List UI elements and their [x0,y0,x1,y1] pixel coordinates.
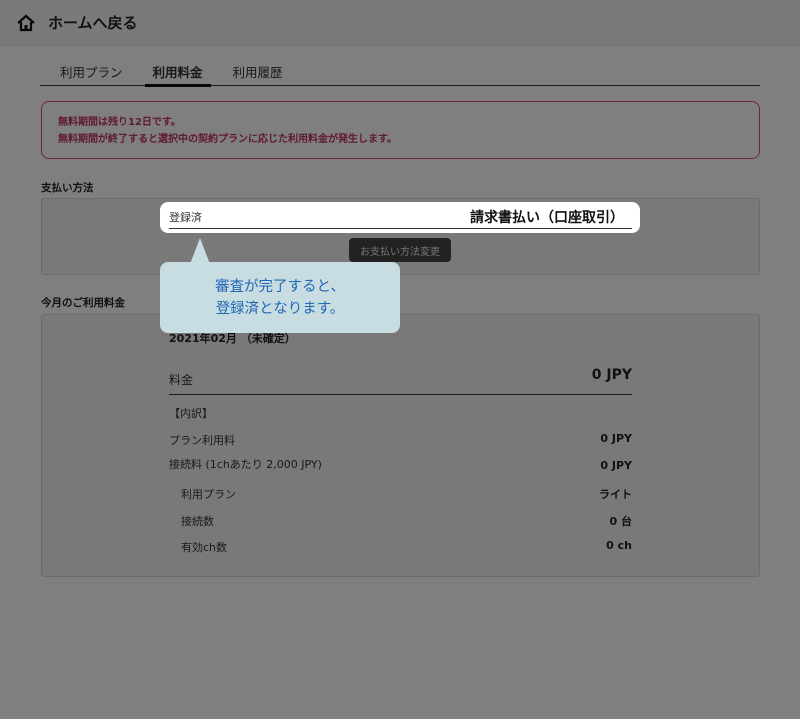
tutorial-tooltip: 審査が完了すると、 登録済となります。 [160,262,400,333]
payment-status: 登録済 [169,211,202,224]
tooltip-line-1: 審査が完了すると、 [215,278,345,295]
tooltip-line-2: 登録済となります。 [215,300,345,317]
payment-method-row: 登録済 請求書払い（口座取引） [169,207,632,229]
payment-method-card: 登録済 請求書払い（口座取引） [160,202,640,233]
payment-method-value: 請求書払い（口座取引） [470,210,624,226]
tutorial-overlay[interactable] [0,0,800,719]
tooltip-pointer [190,238,210,264]
